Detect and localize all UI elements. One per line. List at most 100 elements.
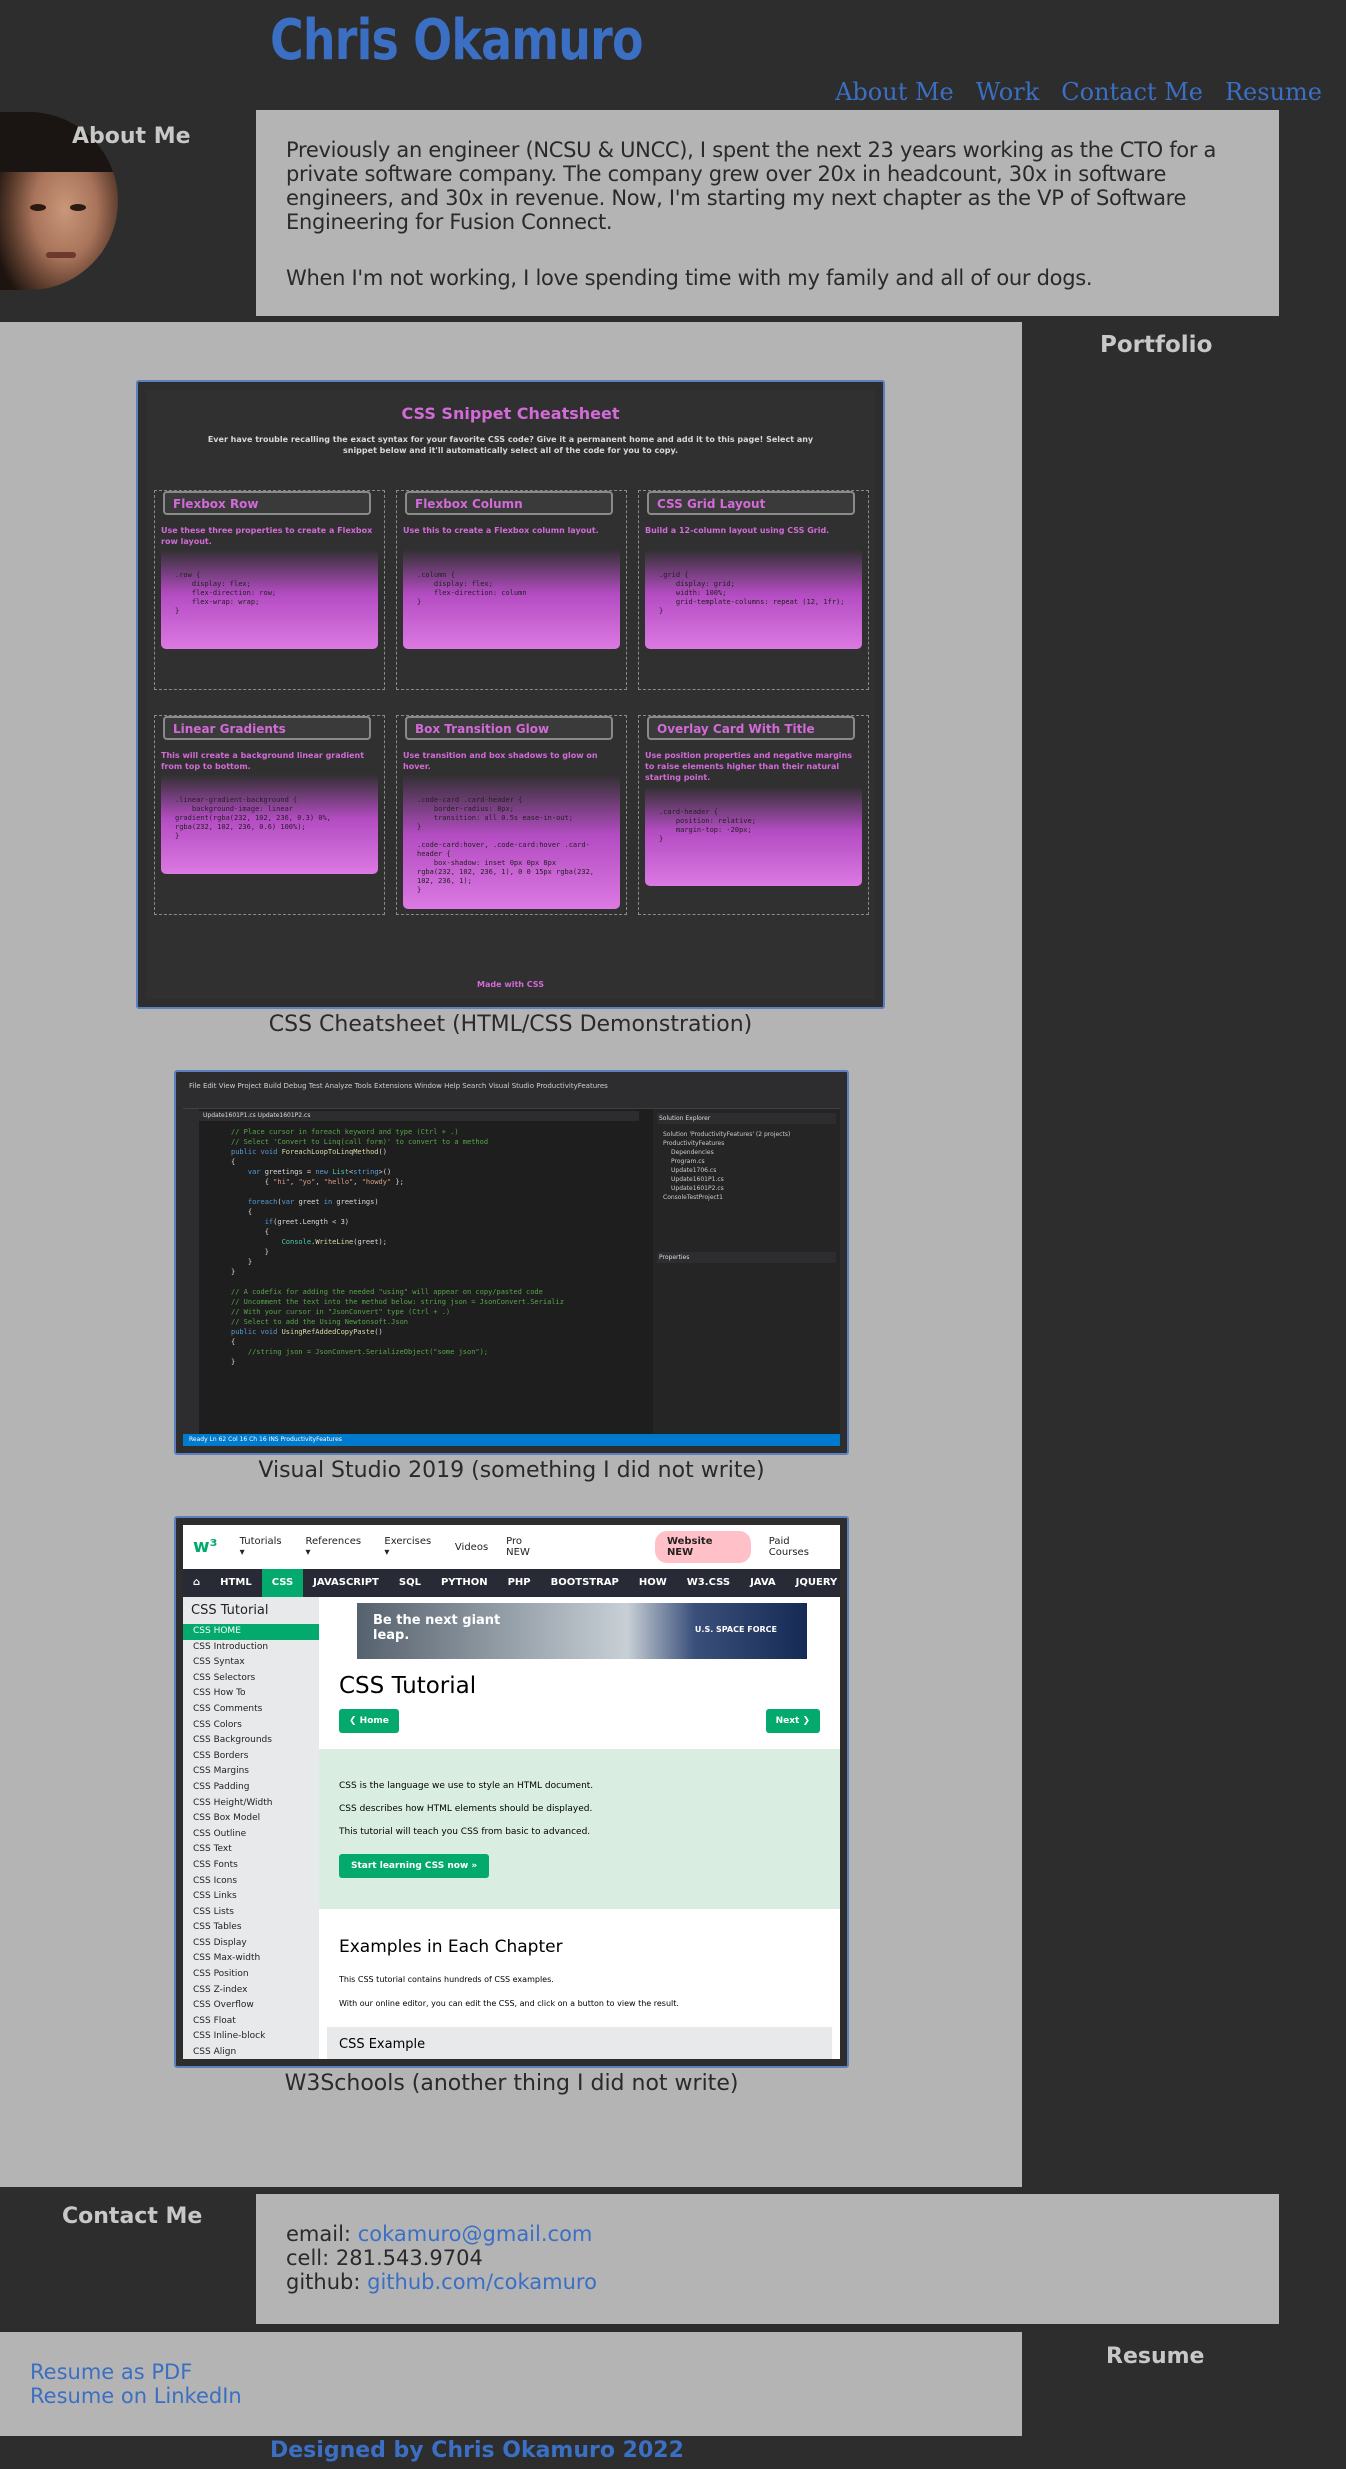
w3-next-button[interactable]: Next ❯ <box>765 1709 820 1733</box>
w3-top-link[interactable]: References ▾ <box>306 1536 367 1558</box>
w3-nav-item[interactable]: JQUERY <box>786 1569 840 1597</box>
solution-item[interactable]: ProductivityFeatures <box>657 1139 836 1148</box>
w3-sidebar-item[interactable]: CSS Position <box>183 1967 319 1983</box>
w3-top-link[interactable]: Tutorials ▾ <box>240 1536 288 1558</box>
w3-nav-item[interactable]: W3.CSS <box>677 1569 740 1597</box>
snippet-card-code: .card-header { position: relative; margi… <box>645 786 862 886</box>
w3-sidebar-item[interactable]: CSS Text <box>183 1842 319 1858</box>
solution-item[interactable]: Solution 'ProductivityFeatures' (2 proje… <box>657 1130 836 1139</box>
w3schools-screenshot: w³ Tutorials ▾ References ▾ Exercises ▾ … <box>183 1525 840 2059</box>
w3-paragraph: This CSS tutorial contains hundreds of C… <box>339 1975 554 1984</box>
w3-paid-courses[interactable]: Paid Courses <box>769 1536 830 1558</box>
w3-nav-item[interactable]: JAVASCRIPT <box>303 1569 389 1597</box>
w3-nav-item[interactable]: JAVA <box>740 1569 786 1597</box>
w3-sidebar-item[interactable]: CSS Height/Width <box>183 1796 319 1812</box>
w3-sidebar-item[interactable]: CSS Syntax <box>183 1655 319 1671</box>
portfolio-item-w3schools[interactable]: w³ Tutorials ▾ References ▾ Exercises ▾ … <box>174 1516 849 2068</box>
w3-paragraph: With our online editor, you can edit the… <box>339 1999 679 2008</box>
github-link[interactable]: github.com/cokamuro <box>367 2270 597 2294</box>
w3-sidebar-item[interactable]: CSS Backgrounds <box>183 1733 319 1749</box>
snippet-card-desc: Use position properties and negative mar… <box>645 751 852 782</box>
w3-sidebar-item[interactable]: CSS Links <box>183 1889 319 1905</box>
email-link[interactable]: cokamuro@gmail.com <box>358 2222 593 2246</box>
contact-section: email: cokamuro@gmail.com cell: 281.543.… <box>256 2194 1279 2324</box>
w3-sidebar-item[interactable]: CSS Z-index <box>183 1983 319 1999</box>
w3-sidebar-item[interactable]: CSS Display <box>183 1936 319 1952</box>
w3-nav-item[interactable]: HOW TO <box>629 1569 677 1616</box>
w3-sidebar-item[interactable]: CSS Icons <box>183 1874 319 1890</box>
snippet-card: Flexbox Row Use these three properties t… <box>154 490 385 690</box>
snippet-card-title: Overlay Card With Title <box>647 716 855 740</box>
w3-home-button[interactable]: ❮ Home <box>339 1709 399 1733</box>
solution-item[interactable]: Program.cs <box>657 1157 836 1166</box>
contact-github-row: github: github.com/cokamuro <box>286 2270 1249 2294</box>
solution-item[interactable]: Update1601P1.cs <box>657 1175 836 1184</box>
cheatsheet-subtitle: Ever have trouble recalling the exact sy… <box>207 435 814 455</box>
cheatsheet-footer: Made with CSS <box>477 980 544 989</box>
w3-nav-item[interactable]: SQL <box>389 1569 431 1597</box>
w3-start-button[interactable]: Start learning CSS now » <box>339 1854 490 1878</box>
cell-value: 281.543.9704 <box>335 2246 483 2270</box>
w3-sidebar-item[interactable]: CSS Float <box>183 2014 319 2030</box>
w3-sidebar-item[interactable]: CSS Outline <box>183 1827 319 1843</box>
w3-sidebar-item[interactable]: CSS Box Model <box>183 1811 319 1827</box>
w3-sidebar-item[interactable]: CSS Lists <box>183 1905 319 1921</box>
w3-sidebar-item[interactable]: CSS Selectors <box>183 1671 319 1687</box>
w3-top-link[interactable]: Videos <box>455 1542 488 1553</box>
w3-sidebar-item[interactable]: CSS Comments <box>183 1702 319 1718</box>
w3-nav-item[interactable]: HTML <box>210 1569 262 1597</box>
w3-sidebar-item[interactable]: CSS Align <box>183 2045 319 2059</box>
resume-pdf-link[interactable]: Resume as PDF <box>30 2360 192 2384</box>
solution-item[interactable]: Dependencies <box>657 1148 836 1157</box>
vs-solution-explorer: Solution Explorer Solution 'Productivity… <box>653 1109 840 1434</box>
w3-top-link[interactable]: Exercises ▾ <box>384 1536 437 1558</box>
snippet-card-title: Linear Gradients <box>163 716 371 740</box>
w3-sidebar-item[interactable]: CSS Padding <box>183 1780 319 1796</box>
w3-topbar: w³ Tutorials ▾ References ▾ Exercises ▾ … <box>183 1525 840 1569</box>
nav-resume[interactable]: Resume <box>1225 78 1322 106</box>
nav-contact-me[interactable]: Contact Me <box>1061 78 1203 106</box>
w3-nav-item[interactable]: BOOTSTRAP <box>541 1569 629 1597</box>
snippet-card-code: .linear-gradient-background { background… <box>161 774 378 874</box>
w3-sidebar-item[interactable]: CSS Tables <box>183 1920 319 1936</box>
w3-sidebar-item[interactable]: CSS Inline-block <box>183 2029 319 2045</box>
ad-brand: U.S. SPACE FORCE <box>694 1625 777 1634</box>
w3-section-heading: Examples in Each Chapter <box>339 1937 563 1957</box>
nav-about-me[interactable]: About Me <box>835 78 954 106</box>
portfolio-item-visual-studio[interactable]: File Edit View Project Build Debug Test … <box>174 1070 849 1455</box>
vs-menubar: File Edit View Project Build Debug Test … <box>183 1079 840 1093</box>
w3-sidebar-item[interactable]: CSS HOME <box>183 1624 319 1640</box>
contact-heading: Contact Me <box>62 2204 203 2229</box>
vs-code-editor: // Place cursor in foreach keyword and t… <box>199 1123 651 1434</box>
w3-sidebar-item[interactable]: CSS Margins <box>183 1764 319 1780</box>
w3-nav-item[interactable]: CSS <box>261 1569 304 1597</box>
snippet-card: CSS Grid Layout Build a 12-column layout… <box>638 490 869 690</box>
snippet-card-desc: Use transition and box shadows to glow o… <box>403 751 598 771</box>
snippet-card: Flexbox Column Use this to create a Flex… <box>396 490 627 690</box>
w3-sidebar-item[interactable]: CSS Max-width <box>183 1951 319 1967</box>
site-title: Chris Okamuro <box>270 8 644 73</box>
solution-item[interactable]: Update1601P2.cs <box>657 1184 836 1193</box>
w3-sidebar-item[interactable]: CSS Colors <box>183 1718 319 1734</box>
w3-website-button[interactable]: Website NEW <box>654 1531 751 1563</box>
vs-status-bar: Ready Ln 62 Col 16 Ch 16 INS Productivit… <box>183 1434 840 1446</box>
w3-nav-item[interactable]: PYTHON <box>431 1569 498 1597</box>
w3-sidebar-item[interactable]: CSS Borders <box>183 1749 319 1765</box>
home-icon[interactable]: ⌂ <box>183 1569 210 1597</box>
w3-sidebar-item[interactable]: CSS Introduction <box>183 1640 319 1656</box>
resume-linkedin-link[interactable]: Resume on LinkedIn <box>30 2384 242 2408</box>
w3-sidebar-item[interactable]: CSS Overflow <box>183 1998 319 2014</box>
w3-advertisement[interactable]: Be the next giant leap. U.S. SPACE FORCE <box>357 1603 807 1659</box>
snippet-card-code: .grid { display: grid; width: 100%; grid… <box>645 549 862 649</box>
w3-nav-item[interactable]: PHP <box>498 1569 541 1597</box>
solution-item[interactable]: Update1706.cs <box>657 1166 836 1175</box>
avatar-eye <box>70 204 86 211</box>
w3-sidebar-item[interactable]: CSS How To <box>183 1686 319 1702</box>
github-label: github: <box>286 2270 361 2294</box>
avatar-mouth <box>46 252 76 258</box>
w3-sidebar-item[interactable]: CSS Fonts <box>183 1858 319 1874</box>
nav-work[interactable]: Work <box>976 78 1040 106</box>
portfolio-item-css-cheatsheet[interactable]: CSS Snippet Cheatsheet Ever have trouble… <box>136 380 885 1009</box>
solution-item[interactable]: ConsoleTestProject1 <box>657 1193 836 1202</box>
w3-top-link[interactable]: Pro NEW <box>506 1536 547 1558</box>
